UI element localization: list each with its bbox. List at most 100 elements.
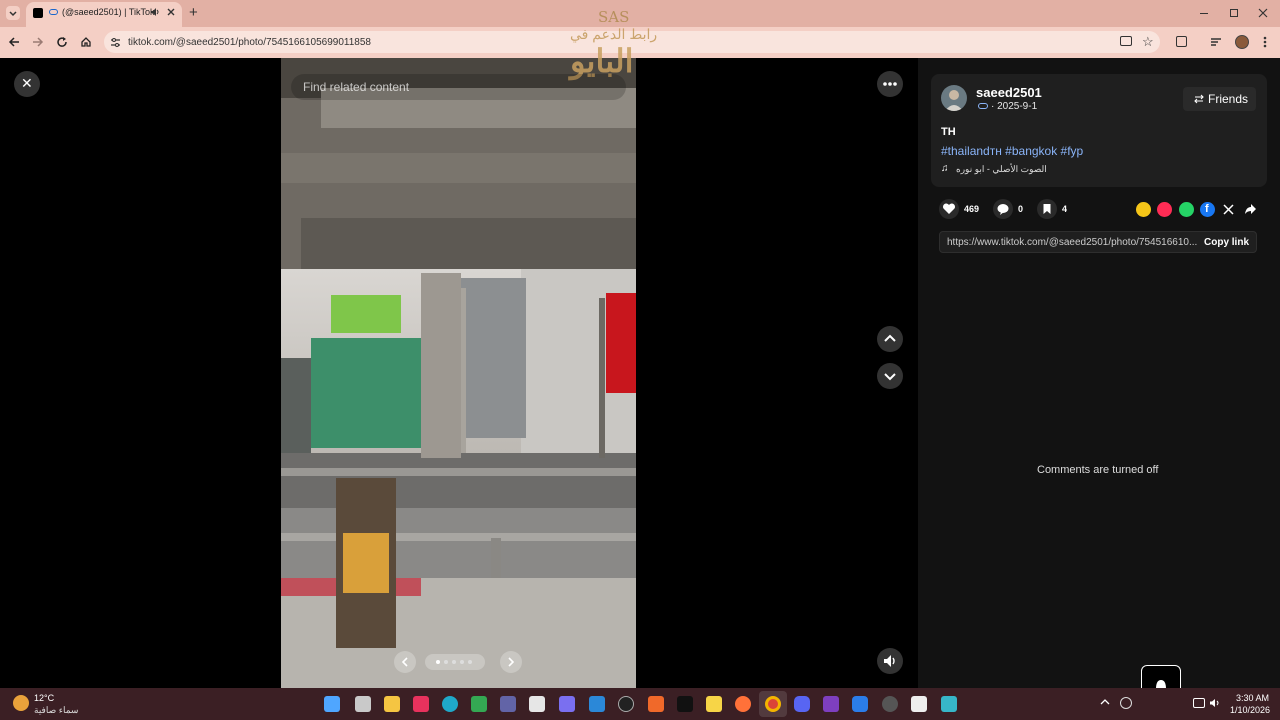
- friends-button[interactable]: Friends: [1183, 87, 1256, 111]
- swap-arrows-icon: [1194, 94, 1204, 104]
- chevron-left-icon: [401, 657, 408, 667]
- site-info-icon[interactable]: [110, 37, 121, 48]
- tray-overflow-icon[interactable]: [1100, 698, 1110, 706]
- post-date: · 2025-9-1: [991, 101, 1038, 112]
- tab-audio-icon[interactable]: [150, 7, 160, 17]
- file-explorer-icon[interactable]: [384, 696, 400, 712]
- window-close-button[interactable]: [1258, 8, 1268, 18]
- browser-menu-icon[interactable]: [1263, 36, 1267, 48]
- app-orange-icon[interactable]: [648, 696, 664, 712]
- firefox-icon[interactable]: [735, 696, 751, 712]
- carousel-next-button[interactable]: [500, 651, 522, 673]
- app-teal-icon[interactable]: [941, 696, 957, 712]
- comments-off-message: Comments are turned off: [1037, 464, 1159, 476]
- post-hashtags[interactable]: #thailandтн #bangkok #fyp: [941, 144, 1083, 158]
- like-count: 469: [964, 204, 980, 214]
- share-more-icon[interactable]: [1244, 203, 1257, 215]
- reading-list-icon[interactable]: [1210, 37, 1222, 47]
- share-repost-icon[interactable]: [1136, 202, 1151, 217]
- friends-status-icon: [978, 103, 988, 109]
- chevron-up-icon: [884, 334, 896, 342]
- reload-icon: [57, 37, 67, 47]
- share-x-icon[interactable]: [1223, 204, 1234, 215]
- start-button-icon[interactable]: [324, 696, 340, 712]
- reload-button[interactable]: [56, 36, 68, 48]
- post-caption: TH: [941, 126, 956, 138]
- app-dark-circle-icon[interactable]: [618, 696, 634, 712]
- profile-avatar[interactable]: [1235, 35, 1249, 49]
- task-view-icon[interactable]: [355, 696, 371, 712]
- app-blue-icon[interactable]: [589, 696, 605, 712]
- share-facebook-icon[interactable]: f: [1200, 202, 1215, 217]
- new-tab-button[interactable]: +: [189, 4, 198, 21]
- previous-post-button[interactable]: [877, 326, 903, 352]
- watermark-line-1: رابط الدعم في: [570, 26, 658, 42]
- clock-time[interactable]: 3:30 AM: [1236, 693, 1269, 703]
- weather-icon[interactable]: [13, 695, 29, 711]
- extensions-icon[interactable]: [1176, 36, 1187, 47]
- tab-title: (@saeed2501) | TikTok: [62, 7, 155, 17]
- teams-icon[interactable]: [500, 696, 516, 712]
- tab-close-icon[interactable]: [166, 7, 176, 17]
- music-note-icon: ♫: [941, 163, 949, 174]
- save-button[interactable]: [1037, 199, 1057, 219]
- next-post-button[interactable]: [877, 363, 903, 389]
- back-button[interactable]: [8, 36, 20, 48]
- bookmark-icon: [1043, 204, 1051, 214]
- carousel-prev-button[interactable]: [394, 651, 416, 673]
- volume-tray-icon[interactable]: [1209, 698, 1221, 708]
- friends-label: Friends: [1208, 92, 1249, 106]
- microsoft-store-icon[interactable]: [529, 696, 545, 712]
- more-options-button[interactable]: [877, 71, 903, 97]
- share-link-text: https://www.tiktok.com/@saeed2501/photo/…: [947, 237, 1198, 248]
- comment-count: 0: [1018, 204, 1024, 214]
- author-avatar[interactable]: [941, 85, 967, 111]
- bookmark-star-icon[interactable]: ☆: [1142, 34, 1154, 50]
- store-app-icon[interactable]: [413, 696, 429, 712]
- author-username[interactable]: saeed2501: [976, 85, 1042, 100]
- sound-name[interactable]: الصوت الأصلي - ابو نوره: [956, 164, 1047, 175]
- play-store-icon[interactable]: [471, 696, 487, 712]
- comment-button[interactable]: [993, 199, 1013, 219]
- volume-button[interactable]: [877, 648, 903, 674]
- chrome-icon[interactable]: [765, 696, 781, 712]
- app-dark-icon[interactable]: [911, 696, 927, 712]
- edge-icon[interactable]: [442, 696, 458, 712]
- tiktok-app-icon[interactable]: [677, 696, 693, 712]
- close-icon: ✕: [21, 75, 33, 91]
- minimize-button[interactable]: [1200, 13, 1208, 14]
- sticky-notes-icon[interactable]: [706, 696, 722, 712]
- close-viewer-button[interactable]: ✕: [14, 71, 40, 97]
- speaker-icon: [884, 655, 895, 667]
- ellipsis-icon: [883, 82, 897, 86]
- home-icon: [81, 37, 91, 47]
- link-icon: [49, 9, 58, 15]
- forward-button[interactable]: [32, 36, 44, 48]
- watermark-monogram-icon: SAS: [598, 8, 630, 26]
- tray-sync-icon[interactable]: [1120, 697, 1132, 709]
- app-white-icon[interactable]: [852, 696, 868, 712]
- copy-link-button[interactable]: Copy link: [1204, 237, 1249, 248]
- post-photo[interactable]: [281, 58, 636, 688]
- copy-link-box: https://www.tiktok.com/@saeed2501/photo/…: [939, 231, 1257, 253]
- chevron-down-icon: [884, 373, 896, 381]
- share-whatsapp-icon[interactable]: [1179, 202, 1194, 217]
- save-count: 4: [1062, 204, 1068, 214]
- network-icon[interactable]: [1193, 698, 1205, 708]
- clock-date[interactable]: 1/10/2026: [1230, 705, 1270, 715]
- copilot-icon[interactable]: [559, 696, 575, 712]
- url-text: tiktok.com/@saeed2501/photo/754516610569…: [128, 37, 371, 48]
- install-app-icon[interactable]: [1120, 36, 1132, 46]
- app-purple-icon[interactable]: [823, 696, 839, 712]
- tab-search-button[interactable]: [6, 6, 20, 20]
- find-related-search[interactable]: Find related content: [291, 74, 626, 100]
- like-button[interactable]: [939, 199, 959, 219]
- chevron-down-icon: [9, 11, 17, 17]
- arrow-right-icon: [33, 37, 44, 47]
- discord-icon[interactable]: [794, 696, 810, 712]
- share-send-icon[interactable]: [1157, 202, 1172, 217]
- app-gray-icon[interactable]: [882, 696, 898, 712]
- weather-temperature: 12°C: [34, 693, 55, 703]
- restore-button[interactable]: [1230, 9, 1238, 17]
- home-button[interactable]: [80, 36, 92, 48]
